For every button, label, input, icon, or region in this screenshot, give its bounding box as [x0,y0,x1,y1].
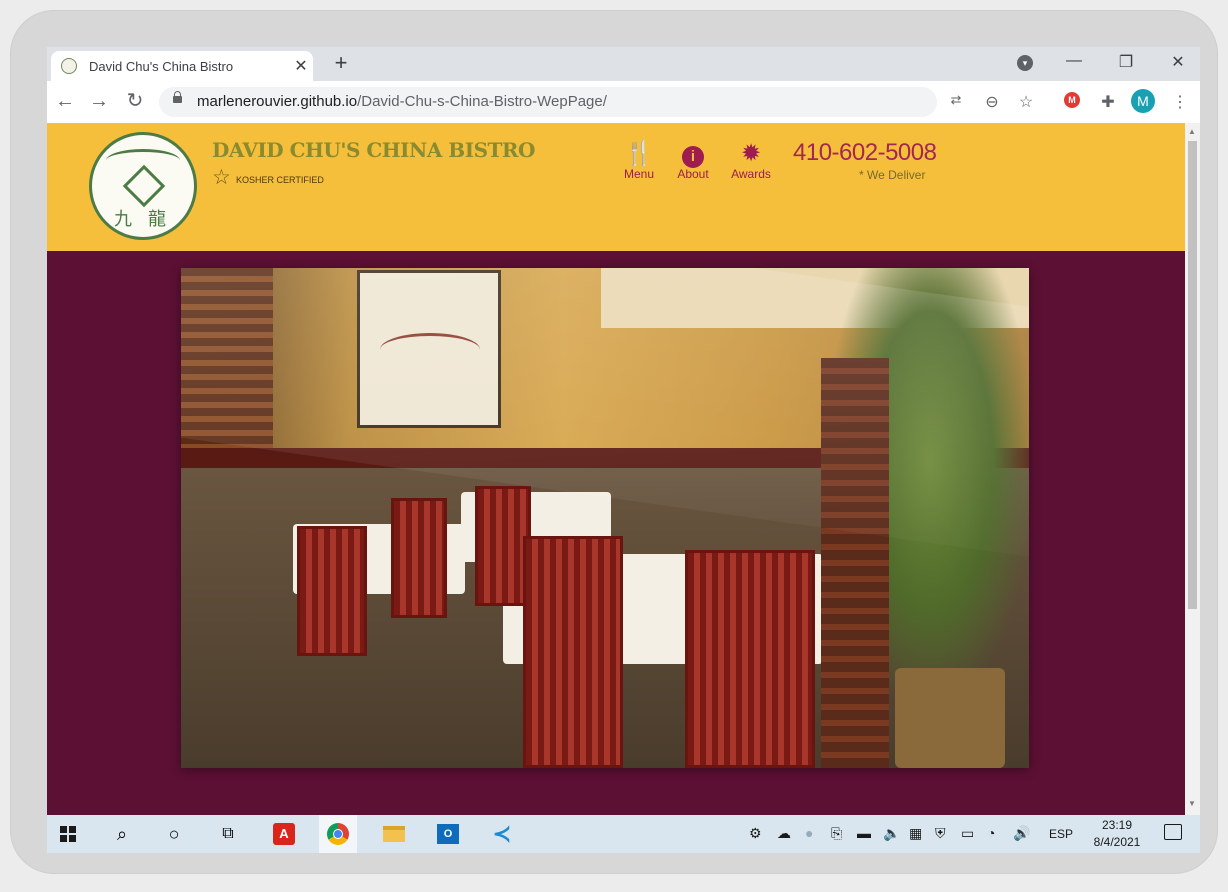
meet-now-icon[interactable]: ⎘ [831,825,842,842]
photo-plant-pot [895,668,1005,768]
site-favicon-icon [61,58,77,74]
certificate-icon: ✹ [740,140,762,167]
windows-taskbar: ⌕ ○ ⧉ A O ≺ ⚙ ☁ ● ⎘ ▬ 🔈 ▦ ⛨ ▭ ◔ 🔊 ESP 23… [47,815,1200,853]
site-title[interactable]: DAVID CHU'S CHINA BISTRO [212,138,535,162]
info-icon: i [682,146,704,168]
restaurant-logo[interactable]: 九 龍 [89,132,197,240]
file-explorer-icon[interactable] [375,815,413,853]
nav-awards-label: Awards [731,167,771,181]
nav-about-label: About [677,167,709,181]
zoom-icon[interactable]: ⊖ [981,92,1003,112]
nav-menu-label: Menu [623,167,655,181]
chrome-app-icon[interactable] [319,815,357,853]
battery-icon[interactable]: ▭ [961,825,974,842]
outlook-app-icon[interactable]: O [429,815,467,853]
nav-awards[interactable]: ✹ Awards [727,140,775,182]
wifi-icon[interactable]: ◔ [987,825,995,841]
display-icon[interactable]: ▬ [857,825,871,841]
address-bar[interactable]: marlenerouvier.github.io/David-Chu-s-Chi… [159,87,937,117]
search-icon[interactable]: ⌕ [103,815,141,853]
scroll-up-icon[interactable]: ▲ [1188,127,1196,136]
url-text[interactable]: marlenerouvier.github.io/David-Chu-s-Chi… [197,93,607,110]
bookmark-star-icon[interactable]: ☆ [1015,92,1037,112]
shield-icon[interactable]: ⛨ [935,825,946,842]
restaurant-interior-photo [181,268,1029,768]
photo-chair [685,550,815,768]
photo-chair [391,498,447,618]
extensions-puzzle-icon[interactable]: ✚ [1097,92,1119,112]
tab-search-icon[interactable]: ▾ [1017,55,1033,71]
tab-strip: David Chu's China Bistro ✕ + ▾ — ❐ ✕ [47,47,1200,81]
system-clock[interactable]: 23:19 8/4/2021 [1087,817,1147,851]
browser-tab[interactable]: David Chu's China Bistro ✕ [51,51,313,81]
notification-center-icon[interactable] [1164,824,1182,840]
minimize-button[interactable]: — [1059,52,1089,70]
url-host: marlenerouvier.github.io [197,93,358,110]
browser-toolbar: ← → ↻ marlenerouvier.github.io/David-Chu… [47,81,1200,124]
utensils-icon: 🍴 [624,140,654,167]
restore-button[interactable]: ❐ [1111,52,1141,72]
kosher-label: KOSHER CERTIFIED [236,175,324,185]
logo-char-1: 九 [114,209,132,230]
cortana-icon[interactable]: ○ [155,815,193,853]
menu-kebab-icon[interactable]: ⋮ [1169,92,1191,112]
scrollbar-thumb[interactable] [1188,141,1197,609]
url-path: /David-Chu-s-China-Bistro-WepPage/ [357,93,607,110]
speaker-icon[interactable]: 🔈 [883,825,900,842]
extension-badge-icon[interactable]: M [1064,92,1080,108]
lock-icon[interactable] [173,91,182,103]
task-view-icon[interactable]: ⧉ [209,815,247,853]
vscode-app-icon[interactable]: ≺ [483,815,521,853]
screen: David Chu's China Bistro ✕ + ▾ — ❐ ✕ ← →… [47,47,1200,853]
clock-date: 8/4/2021 [1093,835,1141,849]
deliver-note: * We Deliver [859,168,926,182]
acrobat-app-icon[interactable]: A [265,815,303,853]
logo-char-2: 龍 [148,209,166,230]
translate-icon[interactable]: ⇄ [945,92,967,108]
network-app-icon[interactable]: ▦ [909,825,922,842]
site-header: 九 龍 DAVID CHU'S CHINA BISTRO ☆ KOSHER CE… [47,123,1185,251]
start-button[interactable] [49,815,87,853]
tab-close-button[interactable]: ✕ [291,56,311,76]
windows-logo-icon [60,825,76,842]
nav-about[interactable]: i About [671,141,715,181]
photo-chair [523,536,623,768]
phone-number[interactable]: 410-602-5008 [793,139,937,167]
tab-title: David Chu's China Bistro [89,59,234,74]
tray-app-icon[interactable]: ⚙ [749,825,762,842]
nav-menu[interactable]: 🍴 Menu [617,140,661,182]
new-tab-button[interactable]: + [329,50,353,76]
tablet-frame: David Chu's China Bistro ✕ + ▾ — ❐ ✕ ← →… [10,10,1218,874]
back-icon[interactable]: ← [53,91,77,111]
profile-avatar[interactable]: M [1131,89,1155,113]
photo-chair [297,526,367,656]
volume-icon[interactable]: 🔊 [1013,825,1030,842]
forward-icon[interactable]: → [87,91,111,111]
input-language[interactable]: ESP [1049,827,1073,841]
page-scrollbar[interactable]: ▲ ▼ [1185,123,1200,815]
reload-icon[interactable]: ↻ [123,91,147,111]
web-page: 九 龍 DAVID CHU'S CHINA BISTRO ☆ KOSHER CE… [47,123,1185,815]
star-icon: ☆ [212,166,231,189]
window-close-button[interactable]: ✕ [1163,52,1193,72]
skype-icon[interactable]: ● [805,825,813,841]
onedrive-icon[interactable]: ☁ [777,825,791,842]
clock-time: 23:19 [1101,818,1133,832]
scroll-down-icon[interactable]: ▼ [1188,799,1196,808]
